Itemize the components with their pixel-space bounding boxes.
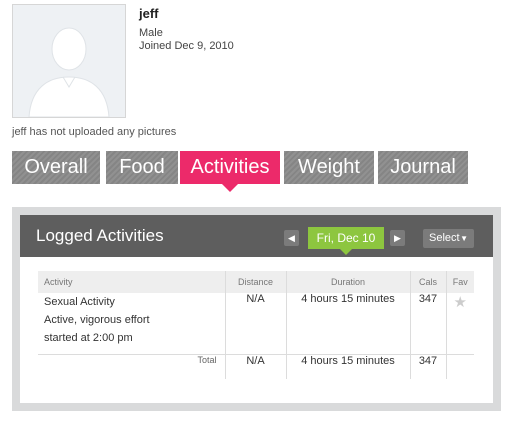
tab-food[interactable]: Food [106, 151, 178, 184]
date-indicator-arrow [340, 249, 352, 255]
total-duration: 4 hours 15 minutes [285, 354, 410, 379]
activity-name[interactable]: Sexual Activity [44, 293, 221, 311]
no-pictures-message: jeff has not uploaded any pictures [12, 126, 177, 138]
activity-duration: 4 hours 15 minutes [285, 293, 410, 355]
total-fav-empty [445, 354, 474, 379]
logged-activities-panel-body: Logged Activities ◀ Fri, Dec 10 ▶ Select… [20, 215, 493, 403]
total-distance: N/A [224, 354, 286, 379]
tab-journal[interactable]: Journal [378, 151, 468, 184]
table-total-row: Total N/A 4 hours 15 minutes 347 [38, 354, 474, 379]
select-dropdown[interactable]: Select ▼ [423, 229, 474, 248]
panel-header: Logged Activities ◀ Fri, Dec 10 ▶ Select… [20, 215, 493, 257]
activities-table: Activity Distance Duration Cals Fav Sexu… [38, 271, 474, 379]
tab-activities-label: Activities [190, 156, 270, 178]
activity-distance: N/A [224, 293, 286, 355]
previous-day-button[interactable]: ◀ [284, 230, 299, 246]
table-row: Sexual Activity Active, vigorous effort … [38, 293, 474, 355]
active-tab-indicator [222, 184, 238, 192]
column-header-fav: Fav [445, 271, 474, 293]
column-header-activity: Activity [38, 271, 225, 293]
column-header-duration: Duration [285, 271, 410, 293]
table-header-row: Activity Distance Duration Cals Fav [38, 271, 474, 293]
tab-overall[interactable]: Overall [12, 151, 100, 184]
favorite-cell: ★ [445, 293, 474, 355]
chevron-left-icon: ◀ [288, 233, 295, 243]
tab-weight[interactable]: Weight [284, 151, 374, 184]
current-date-label: Fri, Dec 10 [316, 231, 376, 245]
profile-joined-date: Joined Dec 9, 2010 [139, 40, 234, 52]
tab-activities[interactable]: Activities [180, 151, 280, 192]
chevron-right-icon: ▶ [394, 233, 401, 243]
profile-name: jeff [139, 6, 159, 21]
default-avatar-silhouette-icon [13, 5, 125, 117]
total-label: Total [38, 354, 225, 379]
panel-title: Logged Activities [36, 226, 164, 245]
profile-gender: Male [139, 27, 163, 39]
current-date[interactable]: Fri, Dec 10 [308, 227, 384, 255]
activity-cals: 347 [409, 293, 446, 355]
activity-detail: Active, vigorous effort [44, 314, 150, 326]
select-label: Select [429, 232, 460, 244]
activity-start-time: started at 2:00 pm [44, 332, 133, 344]
logged-activities-panel: Logged Activities ◀ Fri, Dec 10 ▶ Select… [12, 207, 501, 411]
column-header-distance: Distance [224, 271, 286, 293]
avatar[interactable] [12, 4, 126, 118]
column-header-cals: Cals [409, 271, 446, 293]
next-day-button[interactable]: ▶ [390, 230, 405, 246]
activity-cell: Sexual Activity Active, vigorous effort … [38, 293, 225, 355]
star-icon[interactable]: ★ [454, 294, 467, 311]
total-cals: 347 [409, 354, 446, 379]
chevron-down-icon: ▼ [460, 234, 468, 243]
